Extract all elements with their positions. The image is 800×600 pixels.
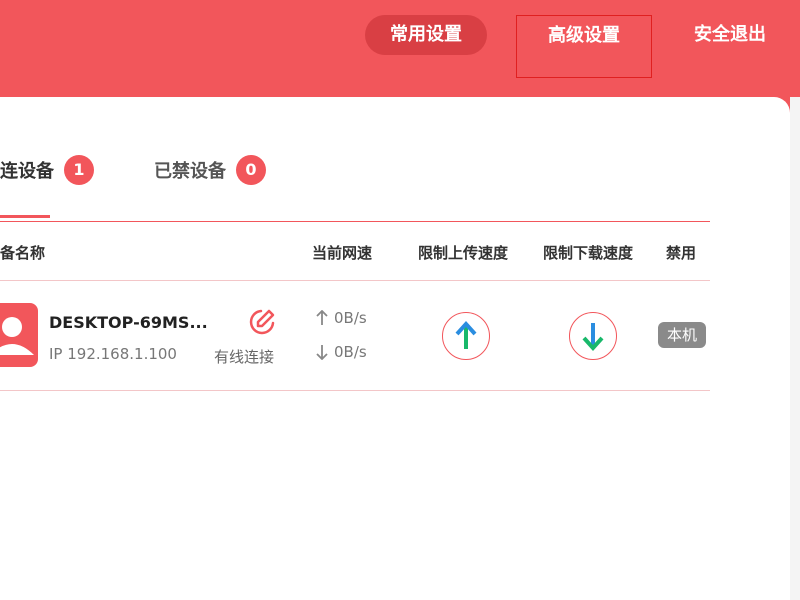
arrow-down-small-icon (316, 345, 328, 360)
column-header-ban: 禁用 (666, 244, 697, 262)
device-name: DESKTOP-69MS... (49, 313, 208, 332)
nav-logout[interactable]: 安全退出 (682, 15, 778, 55)
column-header-limit-upload: 限制上传速度 (418, 244, 509, 262)
limit-upload-button[interactable] (442, 312, 490, 360)
arrow-down-icon (582, 323, 604, 351)
tab-connected-devices[interactable]: 连设备 1 (0, 155, 94, 185)
tab-divider (0, 221, 710, 222)
arrow-up-small-icon (316, 310, 328, 325)
connection-type: 有线连接 (214, 348, 275, 366)
upload-speed: 0B/s (316, 309, 367, 327)
blocked-count-badge: 0 (236, 155, 266, 185)
connected-count-badge: 1 (64, 155, 94, 185)
device-ip: IP 192.168.1.100 (49, 345, 177, 363)
edit-icon[interactable] (247, 307, 277, 337)
arrow-up-icon (455, 321, 477, 349)
tab-blocked-label: 已禁设备 (154, 161, 226, 182)
tab-connected-label: 连设备 (0, 161, 54, 182)
download-speed: 0B/s (316, 343, 367, 361)
nav-advanced-settings[interactable]: 高级设置 (516, 15, 652, 78)
download-speed-value: 0B/s (334, 343, 367, 361)
active-tab-underline (0, 215, 50, 218)
column-header-current-speed: 当前网速 (312, 244, 373, 262)
nav-common-settings[interactable]: 常用设置 (365, 15, 487, 55)
top-header: 常用设置 高级设置 安全退出 (0, 0, 800, 100)
limit-download-button[interactable] (569, 312, 617, 360)
local-device-badge: 本机 (658, 322, 706, 348)
column-header-limit-download: 限制下载速度 (543, 244, 634, 262)
user-avatar-icon (0, 303, 38, 367)
panel-right-edge (790, 97, 800, 600)
row-divider-bottom (0, 390, 710, 391)
tab-blocked-devices[interactable]: 已禁设备 0 (154, 155, 266, 185)
upload-speed-value: 0B/s (334, 309, 367, 327)
main-panel: 连设备 1 已禁设备 0 备名称 当前网速 限制上传速度 限制下载速度 禁用 D… (0, 97, 790, 600)
column-header-device-name: 备名称 (0, 244, 46, 262)
row-divider-top (0, 280, 710, 281)
